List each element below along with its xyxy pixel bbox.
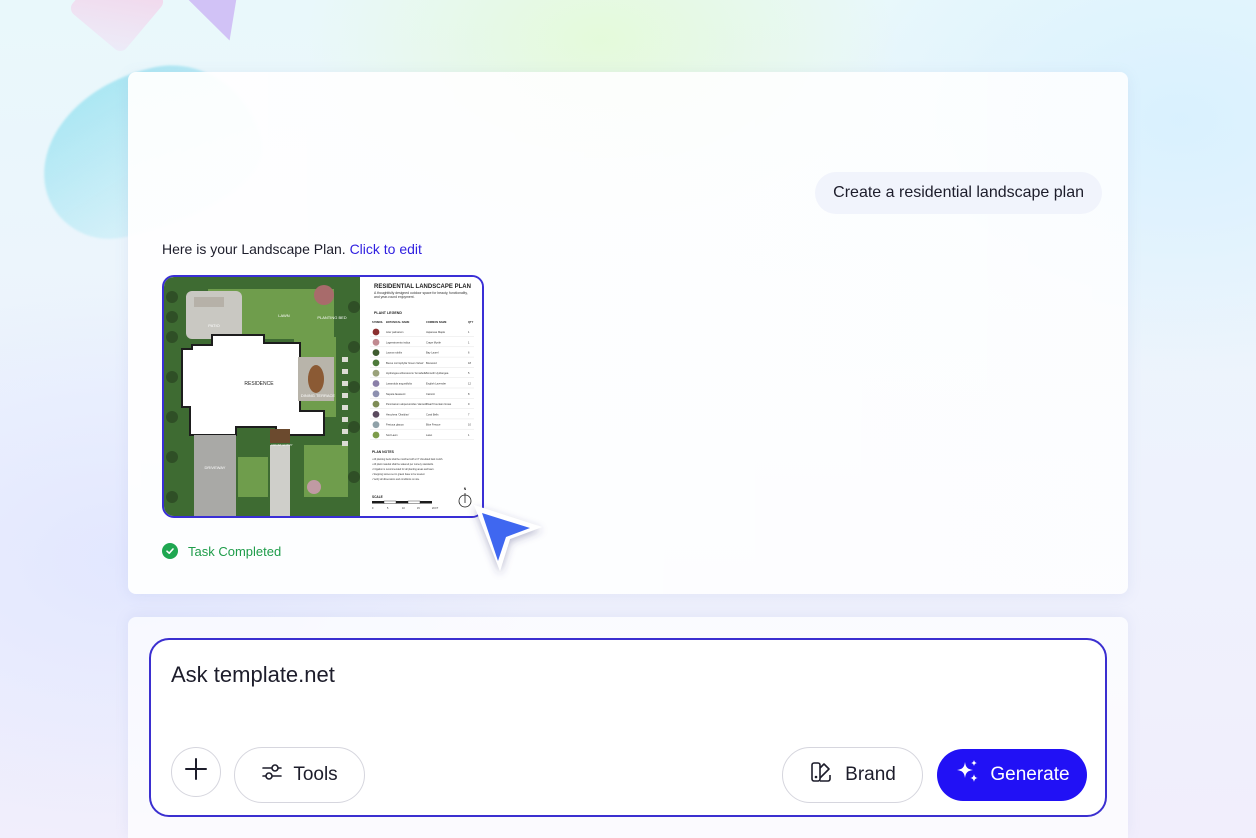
legend-symbol — [372, 390, 380, 398]
legend-symbol — [372, 411, 380, 418]
prompt-input[interactable] — [171, 662, 1071, 688]
click-to-edit-link[interactable]: Click to edit — [350, 241, 422, 257]
plus-icon — [184, 757, 208, 787]
plan-note: • All plant material shall be watered pe… — [372, 463, 434, 466]
prompt-composer: Tools Brand Generate — [149, 638, 1107, 817]
tools-label: Tools — [293, 764, 338, 785]
legend-symbol — [372, 359, 380, 367]
legend-cell: Sod Lawn — [386, 433, 398, 437]
legend-header: COMMON NAME — [426, 320, 447, 324]
brand-swatch-icon — [809, 760, 833, 790]
legend-symbol — [372, 421, 380, 429]
legend-cell: English Lavender — [426, 382, 446, 386]
legend-symbol — [372, 338, 380, 346]
sliders-icon — [261, 762, 283, 788]
brand-label: Brand — [845, 764, 896, 785]
legend-cell: Lavandula angustifolia — [386, 382, 412, 386]
plan-subtitle: A thoughtfully designed outdoor space fo… — [374, 291, 468, 299]
plan-note: • Irrigation is recommended for all plan… — [372, 468, 435, 471]
legend-cell: Boxwood — [426, 361, 437, 365]
plan-note: • Verify all dimensions and conditions o… — [372, 478, 420, 481]
legend-symbol — [372, 400, 380, 408]
pointer-cursor-icon — [474, 505, 542, 571]
map-label-dining-terrace: DINING TERRACE — [301, 393, 335, 398]
legend-cell: Coral Bells — [426, 412, 439, 416]
legend-cell: Nepeta faassenii — [386, 392, 406, 396]
legend-cell: Pennisetum alopecuroides 'Hameln' — [386, 402, 428, 406]
map-label-residence: RESIDENCE — [244, 381, 274, 387]
plan-note: • Stepping stones set in gravel base to … — [372, 473, 425, 476]
legend-symbol — [372, 349, 380, 356]
map-label-front-entry: FRONT ENTRY — [271, 443, 292, 447]
add-attachment-button[interactable] — [171, 747, 221, 797]
user-message-bubble: Create a residential landscape plan — [815, 172, 1102, 214]
legend-symbol — [372, 369, 380, 377]
task-status: Task Completed — [162, 543, 281, 559]
legend-header: QTY — [468, 320, 474, 324]
legend-header: SYMBOL — [372, 320, 384, 324]
landscape-plan-thumbnail[interactable]: PATIO LAWN PLANTING BED DINING TERRACE D… — [162, 275, 484, 518]
legend-cell: Catmint — [426, 392, 435, 396]
map-label-planting-bed: PLANTING BED — [317, 315, 346, 320]
legend-cell: Heuchera 'Obsidian' — [386, 412, 410, 416]
composer-panel: Tools Brand Generate — [128, 617, 1128, 838]
legend-cell: Acer palmatum — [386, 330, 403, 334]
landscape-plan-image: PATIO LAWN PLANTING BED DINING TERRACE D… — [164, 277, 482, 516]
decorative-shape-purple — [179, 0, 261, 51]
plan-note: • All planting beds shall be mulched wit… — [372, 458, 443, 461]
legend-title: PLANT LEGEND — [374, 311, 402, 315]
legend-cell: Festuca glauca — [386, 423, 404, 427]
assistant-intro-text: Here is your Landscape Plan. — [162, 241, 346, 257]
scale-tick: 20 FT — [432, 507, 439, 510]
legend-cell: Hydrangea arborescens 'Annabelle' — [386, 371, 427, 375]
generate-button[interactable]: Generate — [937, 749, 1087, 801]
plan-title: RESIDENTIAL LANDSCAPE PLAN — [374, 284, 471, 290]
plan-notes-title: PLAN NOTES — [372, 450, 395, 454]
legend-cell: Japanese Maple — [426, 330, 446, 334]
legend-cell: Lawn — [426, 433, 433, 437]
legend-symbol — [372, 431, 380, 439]
legend-cell: Lagerstroemia indica — [386, 340, 411, 344]
legend-cell: Smooth Hydrangea — [426, 371, 449, 375]
generate-label: Generate — [990, 764, 1070, 785]
assistant-message: Here is your Landscape Plan. Click to ed… — [162, 241, 422, 257]
legend-cell: Blue Fescue — [426, 423, 441, 427]
chat-panel: Create a residential landscape plan Here… — [128, 72, 1128, 594]
tools-button[interactable]: Tools — [234, 747, 365, 803]
legend-symbol — [372, 328, 380, 336]
decorative-shape-pink — [67, 0, 167, 55]
legend-header: BOTANICAL NAME — [386, 320, 410, 324]
status-text: Task Completed — [188, 543, 282, 559]
legend-symbol — [372, 380, 380, 387]
legend-cell: Crape Myrtle — [426, 340, 441, 344]
legend-cell: Bay Laurel — [426, 351, 439, 355]
map-label-driveway: DRIVEWAY — [205, 465, 226, 470]
check-circle-icon — [162, 543, 178, 559]
brand-button[interactable]: Brand — [782, 747, 923, 803]
map-label-patio: PATIO — [208, 323, 219, 328]
legend-cell: Buxus microphylla 'Green Velvet' — [386, 361, 424, 365]
map-label-lawn: LAWN — [278, 313, 290, 318]
legend-cell: Dwarf Fountain Grass — [426, 402, 452, 406]
legend-cell: Laurus nobilis — [386, 351, 403, 355]
sparkle-icon — [954, 759, 980, 791]
scale-label: SCALE — [372, 495, 383, 499]
